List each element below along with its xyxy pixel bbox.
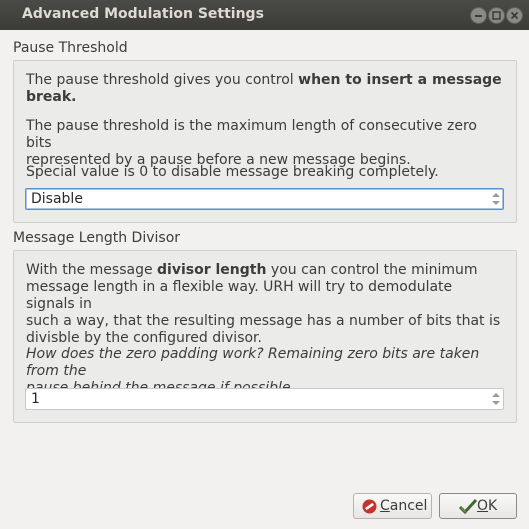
divisor-value[interactable]: 1 bbox=[31, 391, 40, 407]
ok-check-icon bbox=[459, 498, 477, 515]
minimize-button[interactable] bbox=[470, 7, 487, 24]
ok-button[interactable]: OK bbox=[439, 493, 517, 519]
window-title: Advanced Modulation Settings bbox=[22, 6, 264, 22]
minimize-icon bbox=[475, 15, 482, 17]
pause-special-text: Special value is 0 to disable message br… bbox=[26, 164, 439, 180]
pause-threshold-spinbox[interactable]: Disable bbox=[25, 188, 504, 210]
pause-threshold-heading: Pause Threshold bbox=[13, 40, 128, 56]
pause-description: The pause threshold is the maximum lengt… bbox=[26, 118, 504, 169]
divisor-text-a: With the message bbox=[26, 262, 158, 278]
cancel-icon bbox=[362, 499, 377, 514]
spin-arrows-icon[interactable] bbox=[489, 189, 503, 209]
padding-note-line: How does the zero padding work? Remainin… bbox=[26, 346, 480, 379]
spin-arrows-icon[interactable] bbox=[489, 389, 503, 409]
maximize-icon bbox=[492, 11, 501, 20]
ok-mnemonic: O bbox=[477, 498, 489, 514]
divisor-spinbox[interactable]: 1 bbox=[25, 388, 504, 410]
cancel-mnemonic: C bbox=[380, 498, 390, 514]
ok-label: OK bbox=[477, 498, 497, 514]
divisor-heading: Message Length Divisor bbox=[13, 230, 181, 246]
ok-label-rest: K bbox=[488, 498, 498, 514]
pause-threshold-panel: The pause threshold gives you control wh… bbox=[13, 60, 517, 223]
divisor-desc-line: message length in a flexible way. URH wi… bbox=[26, 279, 453, 312]
pause-desc-line: The pause threshold is the maximum lengt… bbox=[26, 118, 477, 151]
maximize-button[interactable] bbox=[488, 7, 505, 24]
divisor-description: With the message divisor length you can … bbox=[26, 262, 504, 347]
cancel-button[interactable]: Cancel bbox=[353, 493, 432, 519]
close-icon bbox=[510, 11, 519, 20]
divisor-desc-line: such a way, that the resulting message h… bbox=[26, 313, 501, 329]
divisor-text-bold: divisor length bbox=[157, 262, 267, 278]
pause-intro-bold: when to insert a message bbox=[298, 72, 502, 88]
divisor-desc-line: divisble by the configured divisor. bbox=[26, 330, 262, 346]
cancel-label: Cancel bbox=[380, 498, 427, 514]
divisor-text-c: you can control the minimum bbox=[266, 262, 478, 278]
pause-intro-bold-2: break. bbox=[26, 89, 77, 105]
cancel-label-rest: ancel bbox=[389, 498, 428, 514]
divisor-panel: With the message divisor length you can … bbox=[13, 250, 517, 423]
close-button[interactable] bbox=[506, 7, 523, 24]
pause-threshold-value[interactable]: Disable bbox=[31, 191, 83, 207]
title-bar: Advanced Modulation Settings bbox=[0, 0, 529, 30]
pause-intro-plain: The pause threshold gives you control bbox=[26, 72, 299, 88]
pause-intro-text: The pause threshold gives you control wh… bbox=[26, 72, 504, 106]
